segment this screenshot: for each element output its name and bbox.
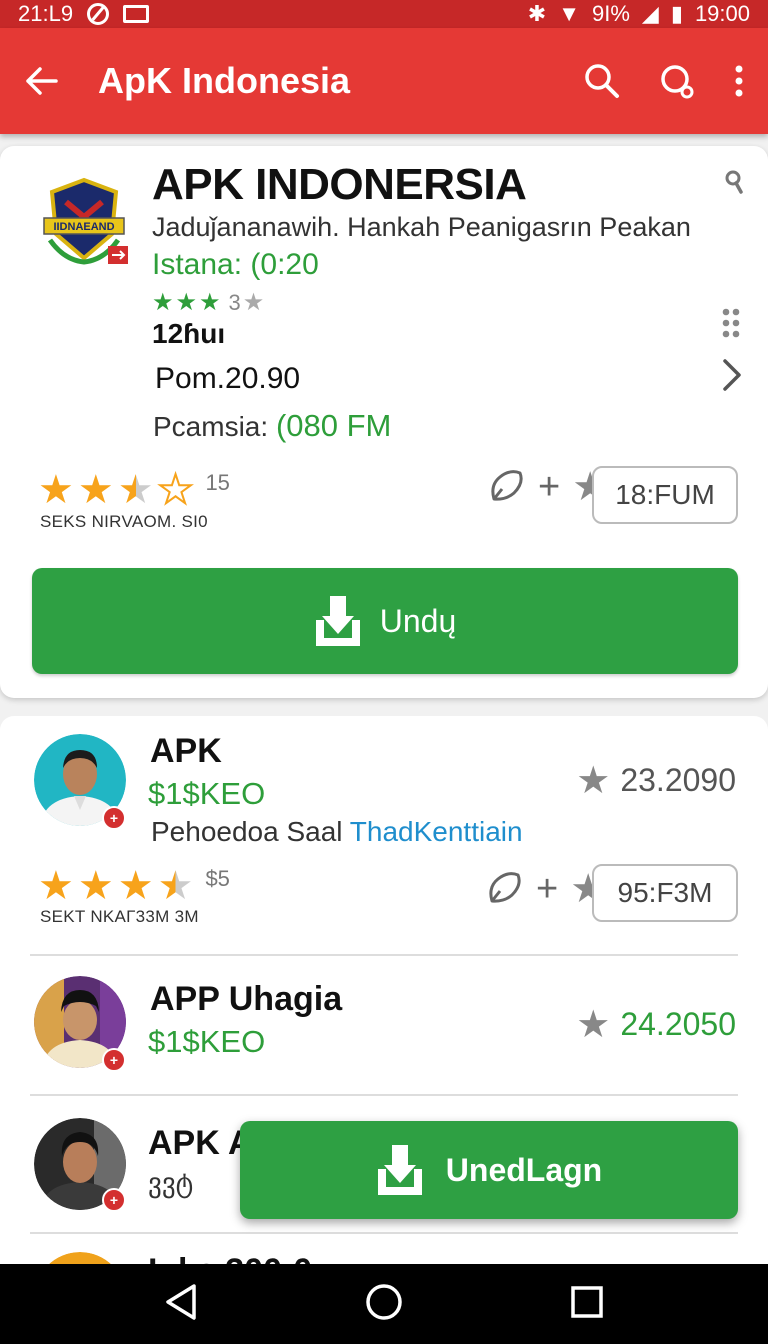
divider — [30, 1094, 738, 1096]
star-outline-icon: ★ — [157, 468, 195, 512]
featured-pcamsia: Pcamsia: (080 FM — [153, 408, 391, 444]
featured-pill-button[interactable]: 18:FUM — [592, 466, 738, 524]
back-nav-icon[interactable] — [164, 1283, 198, 1326]
drag-handle-icon[interactable] — [722, 308, 740, 343]
item-title: APK — [150, 732, 222, 770]
star-icon: ★ — [576, 760, 611, 802]
featured-title: APK INDONERSIA — [152, 160, 527, 209]
star-icon: ★ — [199, 289, 221, 316]
status-clock: 19:00 — [694, 1, 750, 26]
battery-percent: 9I% — [591, 1, 630, 26]
back-arrow-icon[interactable] — [24, 66, 58, 96]
item-price: $1$KEO — [148, 1024, 266, 1059]
rating-count: 15 — [205, 470, 230, 495]
status-time: 21:L9 — [18, 1, 74, 26]
badge-icon: + — [102, 806, 126, 830]
refresh-icon[interactable] — [658, 62, 696, 100]
item-description: Pehoedoa Saal ThadKenttiain — [151, 816, 523, 848]
item-price: $1$KEO — [148, 776, 266, 811]
heart-icon[interactable] — [486, 869, 524, 910]
status-bar: 21:L9 ✱ ▼ 9I% ◢ ▮ 19:00 — [0, 0, 768, 28]
logo-text: IIDNAEAND — [53, 221, 114, 233]
battery-icon: ▮ — [670, 1, 683, 26]
pcamsia-value: (080 FM — [275, 408, 392, 443]
featured-subtitle: Jaduǰananawih. Hankah Peanigasrın Peakan — [152, 212, 691, 242]
badge-icon: + — [102, 1048, 126, 1072]
item-actions: + ★ — [486, 866, 606, 912]
featured-mini-rating: ★ ★ ★ 3 ★ — [152, 288, 264, 317]
download-button[interactable]: Undų — [32, 568, 738, 674]
bluetooth-icon: ✱ — [527, 1, 547, 26]
heart-icon[interactable] — [488, 467, 526, 508]
featured-status: Istana: (0:20 — [152, 248, 319, 281]
featured-star-rating: ★ ★ ★ ★ 15 — [38, 468, 230, 512]
featured-size: 12ɦuı — [152, 318, 226, 349]
wifi-icon: ▼ — [558, 1, 580, 26]
divider — [30, 954, 738, 956]
home-nav-icon[interactable] — [365, 1283, 403, 1326]
star-icon: ★ — [38, 468, 74, 512]
system-nav-bar — [0, 1264, 768, 1344]
badge-icon: + — [102, 1188, 126, 1212]
notification-icon — [123, 5, 150, 23]
item-score: ★ 23.2090 — [576, 758, 736, 803]
chevron-right-icon[interactable] — [722, 358, 742, 397]
download-icon — [315, 596, 360, 646]
recents-nav-icon[interactable] — [570, 1285, 604, 1324]
star-icon: ★ — [77, 864, 114, 908]
star-icon: ★ — [175, 289, 198, 316]
item-desc-link[interactable]: ThadKenttiain — [350, 816, 523, 847]
download-label: Undų — [379, 602, 457, 639]
featured-actions: + ★ — [488, 464, 608, 510]
item-title: APP Uhagia — [150, 980, 343, 1018]
divider — [30, 1232, 738, 1234]
pcamsia-label: Pcamsia: — [153, 411, 276, 442]
key-search-icon[interactable] — [724, 170, 744, 201]
rating-caption: SEKS NIRVAOM. SI0 — [40, 512, 208, 531]
star-half-icon: ★ — [157, 864, 194, 908]
item-pill-button[interactable]: 95:F3M — [592, 864, 738, 922]
search-icon[interactable] — [584, 63, 620, 99]
mini-rating-value: 3 — [228, 289, 241, 315]
item-score: ★ 24.2050 — [576, 1002, 736, 1047]
star-half-icon: ★ — [117, 468, 154, 512]
star-icon: ★ — [576, 1004, 611, 1046]
rating-caption: SEKT NKAГ33M 3M — [40, 907, 199, 926]
plus-icon[interactable]: + — [538, 468, 560, 506]
star-icon: ★ — [38, 864, 74, 908]
rating-count: $5 — [205, 866, 230, 891]
star-icon: ★ — [77, 468, 114, 512]
item-title: APK A — [148, 1124, 253, 1162]
featured-price: Pom.20.90 — [155, 362, 301, 395]
item-score-value: 23.2090 — [620, 762, 736, 798]
app-logo: IIDNAEAND — [43, 177, 128, 265]
do-not-disturb-icon — [87, 3, 110, 25]
star-icon: ★ — [152, 289, 174, 316]
app-title: ApK Indonesia — [98, 60, 351, 101]
signal-icon: ◢ — [641, 1, 659, 26]
floating-download-button[interactable]: UnedLagn — [240, 1121, 738, 1219]
app-bar: ApK Indonesia — [0, 28, 768, 134]
star-icon: ★ — [117, 864, 154, 908]
item-star-rating: ★ ★ ★ ★ $5 — [38, 866, 230, 906]
download-icon — [377, 1145, 422, 1195]
plus-icon[interactable]: + — [536, 870, 558, 908]
featured-app-card[interactable]: IIDNAEAND APK INDONERSIA Jaduǰananawih. … — [0, 146, 768, 698]
item-desc-text: Pehoedoa Saal — [151, 816, 350, 847]
more-vert-icon[interactable] — [734, 65, 744, 97]
star-icon: ★ — [242, 289, 265, 316]
floating-download-label: UnedLagn — [445, 1151, 603, 1188]
item-subtext: ვვტ — [148, 1168, 194, 1198]
item-score-value: 24.2050 — [620, 1006, 736, 1042]
